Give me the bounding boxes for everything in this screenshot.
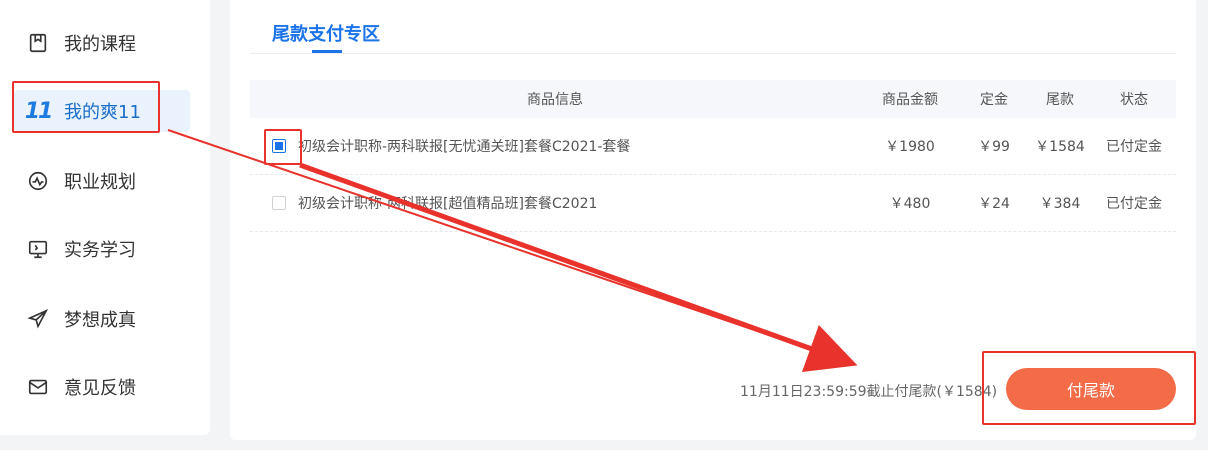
balance-amount: ￥384 <box>1039 196 1081 212</box>
monitor-icon <box>26 237 50 261</box>
table-header: 商品信息 商品金额 定金 尾款 状态 <box>250 80 1176 118</box>
deposit-amount: ￥24 <box>978 196 1010 212</box>
sidebar-item-career-planning[interactable]: 职业规划 <box>14 160 190 202</box>
sidebar-item-label: 实务学习 <box>64 240 136 261</box>
tab-bar: 尾款支付专区 <box>250 0 1176 54</box>
table-row: 初级会计职称-两科联报[超值精品班]套餐C2021 ￥480 ￥24 ￥384 … <box>250 175 1176 232</box>
paper-plane-icon <box>26 307 50 331</box>
main-panel: 尾款支付专区 商品信息 商品金额 定金 尾款 状态 初级会计职称-两科联报[无忧… <box>230 0 1196 440</box>
pulse-circle-icon <box>26 169 50 193</box>
eleven-logo-icon: 11 <box>24 98 54 124</box>
row-checkbox[interactable] <box>272 139 286 153</box>
product-amount: ￥1980 <box>885 139 935 155</box>
balance-amount: ￥1584 <box>1035 139 1085 155</box>
pay-balance-button[interactable]: 付尾款 <box>1006 368 1176 410</box>
sidebar-item-practice-learning[interactable]: 实务学习 <box>14 228 190 270</box>
row-checkbox[interactable] <box>272 196 286 210</box>
sidebar-item-label: 梦想成真 <box>64 310 136 331</box>
tab-balance-payment[interactable]: 尾款支付专区 <box>272 20 380 46</box>
sidebar: 我的课程 11 我的爽11 职业规划 实务学习 梦想成真 意见反馈 <box>0 0 210 435</box>
header-amount: 商品金额 <box>882 92 938 108</box>
bookmark-icon <box>26 31 50 55</box>
sidebar-item-dream-come-true[interactable]: 梦想成真 <box>14 298 190 340</box>
sidebar-item-label: 我的爽11 <box>64 102 141 123</box>
sidebar-item-label: 我的课程 <box>64 34 136 55</box>
header-product-info: 商品信息 <box>527 92 583 108</box>
tab-underline <box>312 50 342 53</box>
product-name: 初级会计职称-两科联报[无忧通关班]套餐C2021-套餐 <box>298 139 631 155</box>
order-table: 商品信息 商品金额 定金 尾款 状态 初级会计职称-两科联报[无忧通关班]套餐C… <box>250 80 1176 232</box>
header-balance: 尾款 <box>1046 92 1074 108</box>
order-status: 已付定金 <box>1106 196 1162 212</box>
header-status: 状态 <box>1120 92 1148 108</box>
deposit-amount: ￥99 <box>978 139 1010 155</box>
header-deposit: 定金 <box>980 92 1008 108</box>
product-amount: ￥480 <box>889 196 931 212</box>
sidebar-item-feedback[interactable]: 意见反馈 <box>14 366 190 408</box>
sidebar-item-my-courses[interactable]: 我的课程 <box>14 22 190 64</box>
table-row: 初级会计职称-两科联报[无忧通关班]套餐C2021-套餐 ￥1980 ￥99 ￥… <box>250 118 1176 175</box>
sidebar-item-label: 职业规划 <box>64 172 136 193</box>
deadline-text: 11月11日23:59:59截止付尾款(￥1584) <box>740 384 998 400</box>
product-name: 初级会计职称-两科联报[超值精品班]套餐C2021 <box>298 196 598 212</box>
order-status: 已付定金 <box>1106 139 1162 155</box>
mail-icon <box>26 375 50 399</box>
sidebar-item-label: 意见反馈 <box>64 378 136 399</box>
sidebar-item-my-double11[interactable]: 11 我的爽11 <box>14 90 190 132</box>
